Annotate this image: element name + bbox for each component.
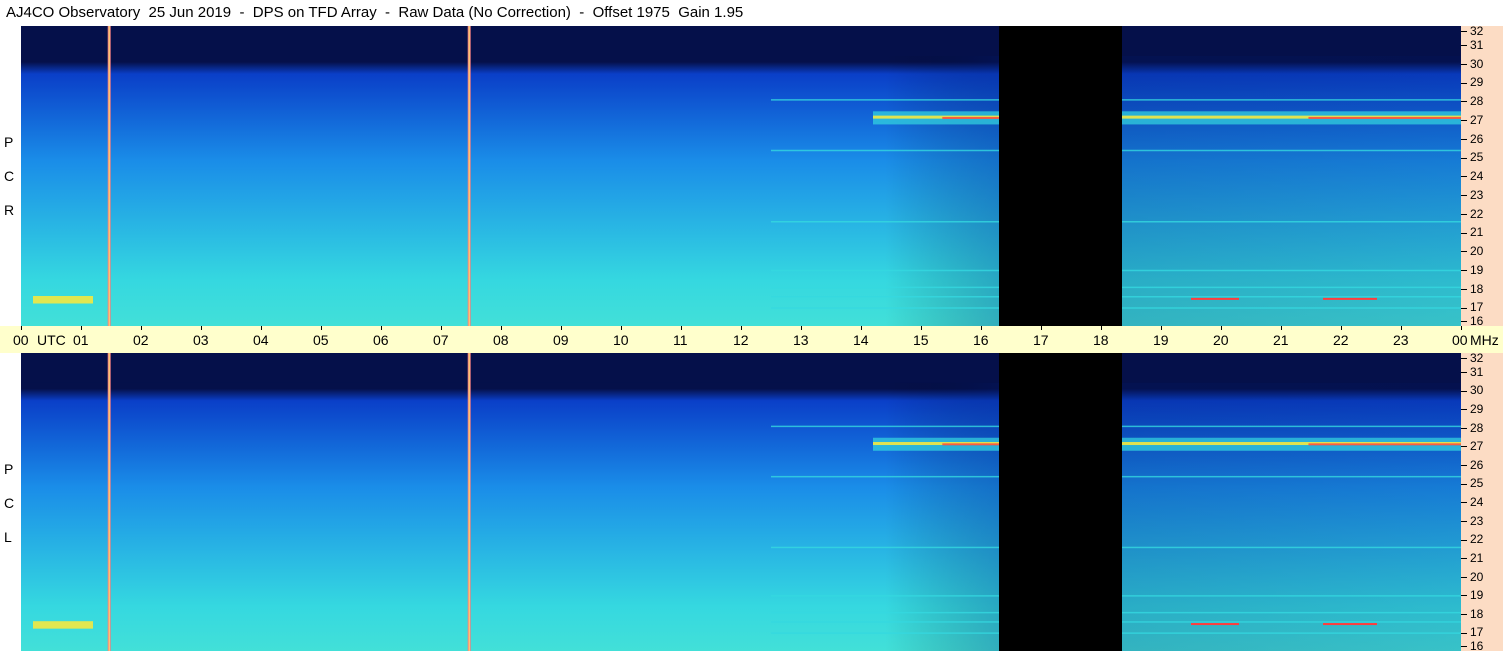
- time-tick-6: 06: [373, 332, 389, 348]
- rcp-peak-1: [1323, 297, 1377, 300]
- freq-tick-30: 30: [1461, 383, 1483, 397]
- freq-tick-18: 18: [1461, 607, 1483, 621]
- freq-tick-20: 20: [1461, 570, 1483, 584]
- time-tick-21: 21: [1273, 332, 1289, 348]
- freq-tick-31: 31: [1461, 38, 1483, 52]
- time-tick-19: 19: [1153, 332, 1169, 348]
- lcp-peak-0: [1191, 623, 1239, 626]
- lcp-spectrogram: [21, 353, 1461, 651]
- lcp-label: L C P: [0, 353, 20, 651]
- time-tick-4: 04: [253, 332, 269, 348]
- freq-tick-22: 22: [1461, 532, 1483, 546]
- rcp-spectrogram: [21, 26, 1461, 326]
- freq-tick-23: 23: [1461, 514, 1483, 528]
- time-axis: 00 01 02 03 04 05 06 07 08 09 10 11 12 13 14 15 16 17 18 19…: [0, 326, 1503, 353]
- freq-tick-26: 26: [1461, 458, 1483, 472]
- freq-tick-30: 30: [1461, 57, 1483, 71]
- rcp-frequency-axis: 32 31 30 29 28 27 26 25 24 23 22 21 20 19 18 17 16: [1461, 24, 1503, 328]
- time-tick-5: 05: [313, 332, 329, 348]
- lcp-letter-c: C: [4, 495, 15, 511]
- freq-tick-24: 24: [1461, 169, 1483, 183]
- freq-tick-17: 17: [1461, 300, 1483, 314]
- freq-tick-19: 19: [1461, 588, 1483, 602]
- freq-tick-21: 21: [1461, 225, 1483, 239]
- time-tick-22: 22: [1333, 332, 1349, 348]
- freq-tick-23: 23: [1461, 188, 1483, 202]
- time-tick-18: 18: [1093, 332, 1109, 348]
- freq-tick-21: 21: [1461, 551, 1483, 565]
- time-tick-20: 20: [1213, 332, 1229, 348]
- time-tick-9: 09: [553, 332, 569, 348]
- freq-tick-25: 25: [1461, 150, 1483, 164]
- freq-tick-32: 32: [1461, 351, 1483, 365]
- time-tick-13: 13: [793, 332, 809, 348]
- time-tick-14: 14: [853, 332, 869, 348]
- lcp-upper-noise-floor: [21, 353, 1461, 383]
- time-tick-1: 01: [73, 332, 89, 348]
- freq-tick-26: 26: [1461, 132, 1483, 146]
- time-tick-16: 16: [973, 332, 989, 348]
- freq-tick-19: 19: [1461, 263, 1483, 277]
- lcp-data-gap: [999, 353, 1122, 651]
- chart-title: AJ4CO Observatory 25 Jun 2019 - DPS on T…: [6, 4, 744, 21]
- time-tick-23: 23: [1393, 332, 1409, 348]
- rcp-peak-0: [1191, 297, 1239, 300]
- rcp-label: R C P: [0, 26, 20, 326]
- rcp-letter-c: C: [4, 168, 15, 184]
- time-tick-11: 11: [673, 332, 688, 348]
- time-tick-24: 00: [1452, 332, 1468, 348]
- lcp-frequency-axis: 32 31 30 29 28 27 26 25 24 23 22 21 20 19 18 17 16: [1461, 351, 1503, 653]
- time-tick-0: 00: [13, 332, 29, 348]
- time-tick-2: 02: [133, 332, 149, 348]
- time-tick-15: 15: [913, 332, 929, 348]
- time-tick-7: 07: [433, 332, 449, 348]
- freq-tick-18: 18: [1461, 282, 1483, 296]
- freq-tick-27: 27: [1461, 439, 1483, 453]
- freq-tick-27: 27: [1461, 113, 1483, 127]
- freq-tick-16: 16: [1461, 639, 1483, 653]
- freq-tick-22: 22: [1461, 207, 1483, 221]
- freq-tick-32: 32: [1461, 24, 1483, 38]
- freq-tick-17: 17: [1461, 625, 1483, 639]
- freq-tick-20: 20: [1461, 244, 1483, 258]
- time-unit-label: UTC: [37, 332, 66, 348]
- rcp-upper-noise-floor: [21, 26, 1461, 56]
- lcp-letter-p: P: [4, 461, 14, 477]
- time-tick-3: 03: [193, 332, 209, 348]
- lcp-peak-1: [1323, 623, 1377, 626]
- rcp-letter-p: P: [4, 134, 14, 150]
- freq-tick-24: 24: [1461, 495, 1483, 509]
- freq-tick-28: 28: [1461, 421, 1483, 435]
- freq-tick-25: 25: [1461, 476, 1483, 490]
- time-tick-8: 08: [493, 332, 509, 348]
- lcp-hotspot: [33, 621, 93, 629]
- freq-tick-31: 31: [1461, 365, 1483, 379]
- lcp-letter-l: L: [4, 529, 12, 545]
- freq-tick-28: 28: [1461, 94, 1483, 108]
- freq-tick-29: 29: [1461, 402, 1483, 416]
- freq-tick-29: 29: [1461, 75, 1483, 89]
- rcp-hotspot: [33, 296, 93, 304]
- time-tick-10: 10: [613, 332, 629, 348]
- rcp-data-gap: [999, 26, 1122, 326]
- freq-unit-label: MHz: [1470, 332, 1499, 348]
- time-tick-12: 12: [733, 332, 749, 348]
- time-tick-17: 17: [1033, 332, 1049, 348]
- rcp-letter-r: R: [4, 202, 15, 218]
